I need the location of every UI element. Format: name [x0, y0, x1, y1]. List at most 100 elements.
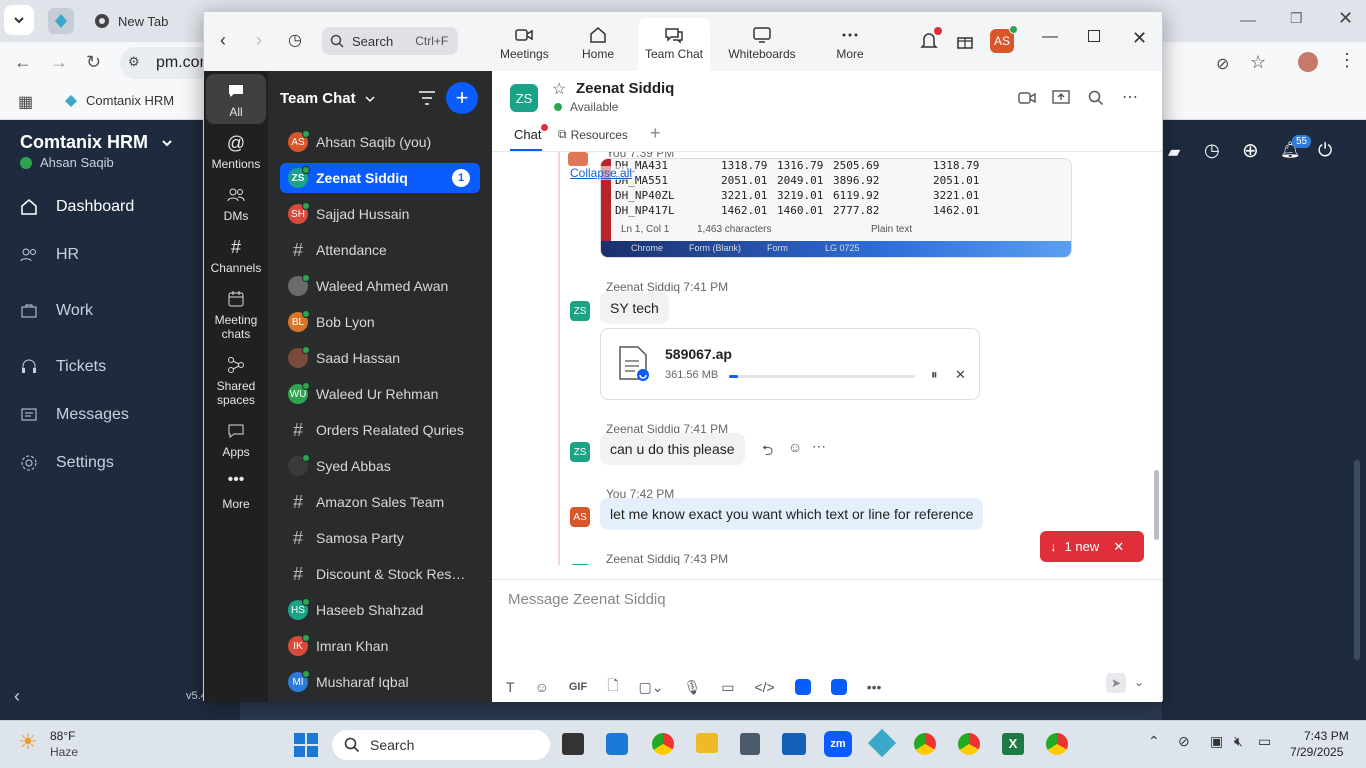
history-icon[interactable]: ◷: [288, 30, 302, 50]
search-icon[interactable]: [1088, 90, 1104, 106]
video-call-icon[interactable]: [1018, 91, 1036, 105]
app-icon[interactable]: [794, 679, 811, 695]
nav-dms[interactable]: DMs: [208, 185, 264, 223]
chrome-profile-icon[interactable]: [1046, 733, 1068, 755]
format-text-icon[interactable]: T: [506, 679, 515, 695]
contact-avatar[interactable]: ZS: [510, 84, 538, 112]
maximize-icon[interactable]: [1088, 30, 1100, 42]
channel-item[interactable]: # Discount & Stock Reserv...: [280, 559, 480, 589]
cancel-download-icon[interactable]: ✕: [955, 367, 966, 383]
tab-team-chat[interactable]: Team Chat: [638, 18, 710, 71]
dm-item[interactable]: Syed Abbas: [280, 451, 480, 481]
notifications-icon[interactable]: [920, 27, 942, 54]
hrm-scrollbar[interactable]: [1354, 460, 1360, 660]
browser-minimize-icon[interactable]: —: [1240, 12, 1256, 30]
dm-item[interactable]: Waleed Ahmed Awan: [280, 271, 480, 301]
channel-item[interactable]: # Orders Realated Quries: [280, 415, 480, 445]
nav-apps[interactable]: Apps: [208, 421, 264, 459]
minimize-icon[interactable]: —: [1042, 28, 1058, 46]
add-icon[interactable]: ⊕: [1242, 138, 1259, 163]
filter-icon[interactable]: [418, 90, 436, 106]
more-options-icon[interactable]: ⋯: [812, 438, 826, 455]
apps-grid-icon[interactable]: ▦: [18, 92, 33, 112]
excel-icon[interactable]: X: [1002, 733, 1024, 755]
reply-icon[interactable]: ⮌: [762, 440, 773, 464]
channel-item[interactable]: # Samosa Party: [280, 523, 480, 553]
hrm-nav-tickets[interactable]: Tickets: [20, 358, 106, 376]
tracking-off-icon[interactable]: ⊘: [1216, 54, 1229, 74]
more-icon[interactable]: •••: [867, 679, 882, 695]
zoom-taskbar-icon[interactable]: zm: [824, 731, 852, 757]
dm-item[interactable]: AS Ahsan Saqib (you): [280, 127, 480, 157]
collapse-sidebar-icon[interactable]: ‹: [14, 686, 20, 707]
file-explorer-icon[interactable]: [562, 733, 584, 755]
dm-item[interactable]: HS Haseeb Shahzad: [280, 595, 480, 625]
gif-button[interactable]: GIF: [569, 681, 587, 693]
message-bubble[interactable]: SY tech: [600, 292, 669, 324]
send-options-icon[interactable]: ⌄: [1134, 675, 1144, 689]
channel-item[interactable]: # Attendance: [280, 235, 480, 265]
clock-icon[interactable]: ◷: [1204, 140, 1220, 161]
dismiss-icon[interactable]: ✕: [1113, 539, 1124, 555]
pinned-tab[interactable]: [48, 8, 74, 34]
gift-icon[interactable]: [956, 32, 974, 53]
message-bubble[interactable]: let me know exact you want which text or…: [600, 498, 984, 530]
forward-icon[interactable]: ›: [256, 30, 262, 51]
start-button[interactable]: [294, 733, 318, 757]
video-message-icon[interactable]: ▭: [721, 679, 734, 696]
hrm-nav-hr[interactable]: HR: [20, 246, 79, 264]
emoji-icon[interactable]: ☺: [535, 679, 549, 695]
dm-item[interactable]: BL Bob Lyon: [280, 307, 480, 337]
send-icon[interactable]: ➤: [1106, 673, 1126, 693]
store-icon[interactable]: [606, 733, 628, 755]
hrm-nav-settings[interactable]: Settings: [20, 454, 114, 472]
file-attach-icon[interactable]: 🗋︎: [607, 675, 618, 699]
chrome-profile-icon[interactable]: [958, 733, 980, 755]
app-icon[interactable]: [830, 679, 847, 695]
browser-maximize-icon[interactable]: ❐: [1290, 10, 1303, 27]
team-chat-header[interactable]: Team Chat: [280, 90, 376, 107]
nav-channels[interactable]: # Channels: [208, 237, 264, 275]
profile-avatar[interactable]: [1298, 52, 1318, 72]
tab-more[interactable]: More: [830, 26, 870, 61]
chrome-icon[interactable]: [652, 733, 674, 755]
forward-icon[interactable]: →: [50, 52, 68, 73]
outlook-icon[interactable]: [782, 733, 806, 755]
dm-item[interactable]: SH Sajjad Hussain: [280, 199, 480, 229]
message-input[interactable]: Message Zeenat Siddiq: [508, 591, 666, 608]
bookmark-item[interactable]: Comtanix HRM: [64, 93, 174, 108]
nav-meeting-chats[interactable]: Meeting chats: [208, 289, 264, 341]
channel-item[interactable]: # Amazon Sales Team: [280, 487, 480, 517]
tab-resources[interactable]: ⧉ Resources: [558, 127, 628, 142]
tab-search-button[interactable]: [4, 5, 34, 35]
file-attachment[interactable]: 589067.ap 361.56 MB ⏸ ✕: [600, 328, 980, 400]
contact-name[interactable]: Zeenat Siddiq: [576, 80, 674, 97]
more-options-icon[interactable]: ⋯: [1122, 87, 1138, 107]
nav-more[interactable]: ••• More: [208, 472, 264, 512]
browser-close-icon[interactable]: ✕: [1338, 8, 1353, 29]
new-messages-button[interactable]: ↓ 1 new ✕: [1040, 531, 1144, 562]
display-icon[interactable]: ▣: [1210, 733, 1223, 750]
reload-icon[interactable]: ↻: [86, 52, 101, 73]
dm-item[interactable]: WU Waleed Ur Rehman: [280, 379, 480, 409]
pause-icon[interactable]: ⏸: [931, 367, 938, 383]
share-screen-icon[interactable]: [1052, 90, 1070, 106]
network-off-icon[interactable]: ⊘: [1178, 733, 1190, 750]
tab-whiteboards[interactable]: Whiteboards: [726, 26, 798, 61]
folder-icon[interactable]: [696, 733, 718, 753]
hrm-app-switcher[interactable]: Comtanix HRM: [20, 132, 174, 153]
close-icon[interactable]: ✕: [1132, 28, 1147, 49]
hrm-app-icon[interactable]: [867, 728, 897, 758]
weather-icon[interactable]: ☀: [18, 729, 38, 755]
dm-item[interactable]: IK Imran Khan: [280, 631, 480, 661]
screenshot-icon[interactable]: ▢⌄: [638, 679, 663, 696]
add-tab-icon[interactable]: +: [650, 123, 661, 144]
message-bubble[interactable]: can u do this please: [600, 433, 745, 465]
dm-item[interactable]: MI Musharaf Iqbal: [280, 667, 480, 697]
sticky-note-icon[interactable]: ▰: [1168, 142, 1180, 162]
volume-muted-icon[interactable]: 🔇︎: [1234, 733, 1243, 750]
chrome-profile-icon[interactable]: [914, 733, 936, 755]
tab-chat[interactable]: Chat: [514, 124, 549, 142]
search-input[interactable]: Search Ctrl+F: [322, 27, 458, 55]
hrm-nav-messages[interactable]: Messages: [20, 406, 129, 424]
